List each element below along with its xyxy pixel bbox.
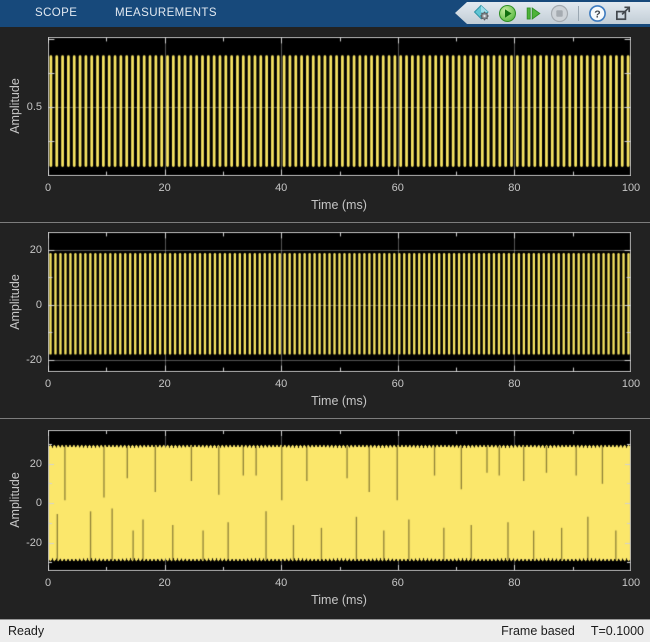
x-tick-label: 0: [45, 378, 51, 391]
x-tick-label: 0: [45, 182, 51, 195]
status-bar: Ready Frame based T=0.1000: [0, 619, 650, 642]
x-tick-label: 60: [392, 182, 404, 195]
y-tick-label: 0: [8, 299, 42, 312]
y-tick-label: 20: [8, 458, 42, 471]
step-forward-icon[interactable]: [524, 4, 543, 23]
undock-icon[interactable]: [614, 4, 633, 23]
x-tick-label: 20: [158, 378, 170, 391]
tab-measurements[interactable]: MEASUREMENTS: [115, 0, 217, 27]
x-tick-label: 100: [622, 378, 640, 391]
status-text: Ready: [8, 624, 44, 638]
scope-display-1[interactable]: [48, 37, 631, 176]
x-tick-label: 60: [392, 577, 404, 590]
x-tick-label: 80: [508, 577, 520, 590]
quick-access-toolbar: ?: [455, 2, 650, 24]
y-tick-label: -20: [8, 354, 42, 367]
x-tick-label: 20: [158, 182, 170, 195]
x-tick-label: 100: [622, 577, 640, 590]
toolstrip: SCOPE MEASUREMENTS: [0, 0, 650, 27]
x-axis-label-1: Time (ms): [311, 198, 367, 212]
scope-display-3[interactable]: [48, 430, 631, 571]
x-tick-label: 40: [275, 577, 287, 590]
x-tick-label: 80: [508, 378, 520, 391]
simulink-settings-icon[interactable]: [472, 4, 491, 23]
y-tick-label: -20: [8, 537, 42, 550]
stop-icon: [550, 4, 569, 23]
status-time: T=0.1000: [591, 624, 644, 638]
x-tick-label: 0: [45, 577, 51, 590]
help-icon[interactable]: ?: [588, 4, 607, 23]
x-tick-label: 60: [392, 378, 404, 391]
x-tick-label: 40: [275, 182, 287, 195]
toolbar-separator: [578, 6, 579, 21]
run-icon[interactable]: [498, 4, 517, 23]
x-tick-label: 80: [508, 182, 520, 195]
y-tick-label: 0.5: [8, 101, 42, 114]
tab-scope[interactable]: SCOPE: [35, 0, 77, 27]
x-axis-label-2: Time (ms): [311, 394, 367, 408]
x-tick-label: 100: [622, 182, 640, 195]
scope-window: SCOPE MEASUREMENTS: [0, 0, 650, 642]
status-mode: Frame based: [501, 624, 575, 638]
x-axis-label-3: Time (ms): [311, 593, 367, 607]
plot-separator: [0, 418, 650, 419]
scope-display-2[interactable]: [48, 232, 631, 372]
y-tick-label: 0: [8, 497, 42, 510]
y-tick-label: 20: [8, 244, 42, 257]
svg-text:?: ?: [594, 8, 600, 20]
x-tick-label: 40: [275, 378, 287, 391]
x-tick-label: 20: [158, 577, 170, 590]
plot-separator: [0, 222, 650, 223]
